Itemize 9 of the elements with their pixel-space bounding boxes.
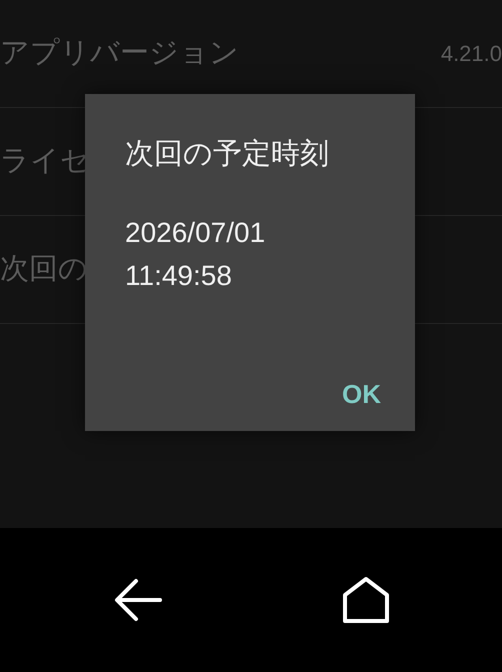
- setting-value: 4.21.0: [440, 42, 502, 64]
- home-icon[interactable]: [342, 576, 390, 624]
- back-icon[interactable]: [114, 577, 162, 623]
- setting-label: アプリバージョン: [0, 39, 239, 68]
- setting-label: ライセ: [0, 147, 90, 176]
- dialog-message: 2026/07/01 11:49:58: [125, 216, 266, 293]
- ok-button[interactable]: OK: [336, 375, 387, 413]
- dialog-title: 次回の予定時刻: [125, 140, 330, 169]
- setting-label: 次回の: [0, 255, 88, 284]
